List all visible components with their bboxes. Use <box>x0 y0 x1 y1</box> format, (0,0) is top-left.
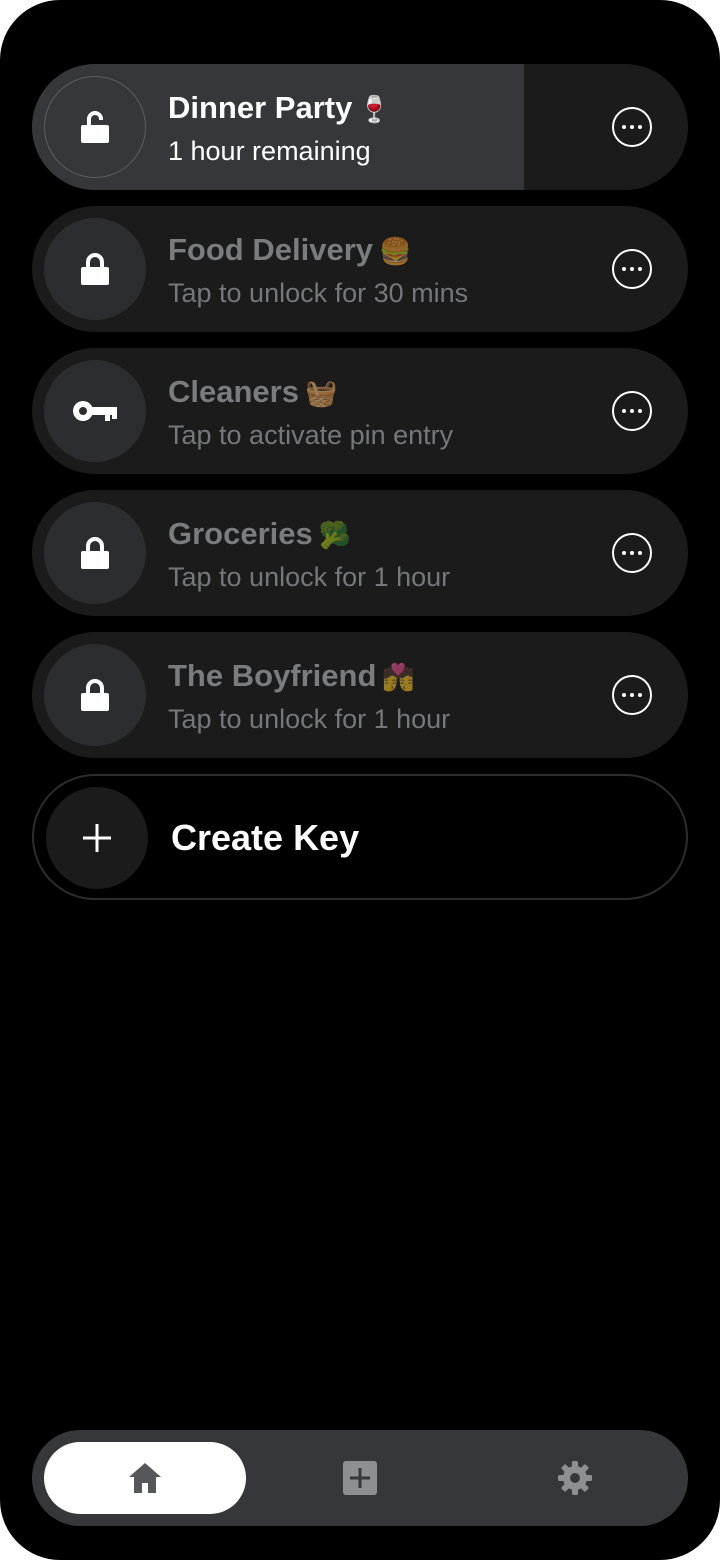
key-emoji: 🍔 <box>379 236 412 266</box>
key-status: 1 hour remaining <box>168 136 371 166</box>
key-row-the-boyfriend[interactable]: The Boyfriend 💏 Tap to unlock for 1 hour <box>32 632 688 758</box>
app-screen: Dinner Party 🍷 1 hour remaining Food Del… <box>0 0 720 1560</box>
lock-button[interactable] <box>44 644 146 746</box>
key-name: Dinner Party <box>168 90 353 125</box>
padlock-icon <box>81 679 109 711</box>
more-options-button[interactable] <box>612 533 652 573</box>
tab-create[interactable] <box>259 1442 461 1514</box>
key-row-food-delivery[interactable]: Food Delivery 🍔 Tap to unlock for 30 mins <box>32 206 688 332</box>
tab-settings[interactable] <box>474 1442 676 1514</box>
key-row-groceries[interactable]: Groceries 🥦 Tap to unlock for 1 hour <box>32 490 688 616</box>
key-emoji: 🧺 <box>304 378 338 408</box>
tab-home[interactable] <box>44 1442 246 1514</box>
key-status: Tap to unlock for 1 hour <box>168 704 451 734</box>
padlock-icon <box>81 537 109 569</box>
ellipsis-icon <box>622 125 626 129</box>
lock-button[interactable] <box>44 76 146 178</box>
key-emoji: 🍷 <box>358 94 391 124</box>
create-key-icon-circle <box>46 787 148 889</box>
more-options-button[interactable] <box>612 249 652 289</box>
more-options-button[interactable] <box>612 107 652 147</box>
key-emoji: 💏 <box>382 662 415 692</box>
lock-button[interactable] <box>44 502 146 604</box>
key-emoji: 🥦 <box>318 520 352 550</box>
more-options-button[interactable] <box>612 391 652 431</box>
ellipsis-icon <box>622 409 626 413</box>
key-row-cleaners[interactable]: Cleaners 🧺 Tap to activate pin entry <box>32 348 688 474</box>
key-icon <box>73 401 117 421</box>
add-square-icon <box>343 1461 377 1495</box>
create-key-label: Create Key <box>171 817 360 858</box>
key-list: Dinner Party 🍷 1 hour remaining Food Del… <box>32 64 688 900</box>
plus-icon <box>83 824 111 852</box>
lock-button[interactable] <box>44 218 146 320</box>
key-row-dinner-party[interactable]: Dinner Party 🍷 1 hour remaining <box>32 64 688 190</box>
key-status: Tap to activate pin entry <box>168 420 454 450</box>
more-options-button[interactable] <box>612 675 652 715</box>
create-key-button[interactable]: Create Key <box>32 774 688 900</box>
key-name: Food Delivery <box>168 232 373 267</box>
key-name: The Boyfriend <box>168 658 377 693</box>
key-status: Tap to unlock for 30 mins <box>168 278 469 308</box>
unlocked-padlock-icon <box>81 111 109 143</box>
key-name: Groceries <box>168 516 313 551</box>
padlock-icon <box>81 253 109 285</box>
tab-bar <box>32 1430 688 1526</box>
ellipsis-icon <box>622 551 626 555</box>
pin-entry-button[interactable] <box>44 360 146 462</box>
gear-icon <box>558 1461 592 1495</box>
key-name: Cleaners <box>168 374 299 409</box>
key-status: Tap to unlock for 1 hour <box>168 562 451 592</box>
home-icon <box>129 1463 161 1493</box>
ellipsis-icon <box>622 267 626 271</box>
ellipsis-icon <box>622 693 626 697</box>
